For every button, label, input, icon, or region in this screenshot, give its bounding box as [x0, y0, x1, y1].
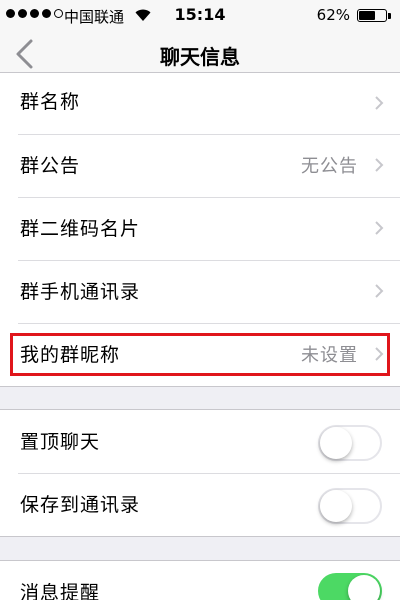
row-label: 置顶聊天: [20, 431, 101, 453]
page-title: 聊天信息: [160, 45, 240, 69]
row-value: 无公告: [301, 156, 358, 177]
row-group-name[interactable]: 群名称: [0, 73, 400, 134]
toggle-knob: [320, 427, 352, 459]
chevron-right-icon: [375, 221, 384, 235]
row-label: 消息提醒: [20, 582, 101, 600]
battery-tip: [388, 13, 391, 19]
toggle-knob: [348, 575, 380, 600]
pin-chat-toggle[interactable]: [318, 425, 382, 461]
row-message-notification[interactable]: 消息提醒: [0, 561, 400, 600]
row-label: 群名称: [20, 91, 81, 113]
battery-percent: 62%: [316, 6, 350, 24]
save-to-contacts-toggle[interactable]: [318, 488, 382, 524]
chat-settings-section: 置顶聊天 保存到通讯录: [0, 409, 400, 537]
row-pin-chat[interactable]: 置顶聊天: [0, 410, 400, 473]
row-label: 群手机通讯录: [20, 281, 141, 303]
status-bar: 中国联通 15:14 62%: [0, 0, 400, 30]
row-label: 群公告: [20, 155, 81, 177]
chevron-right-icon: [375, 284, 384, 298]
row-save-to-contacts[interactable]: 保存到通讯录: [0, 473, 400, 536]
row-group-phone-contacts[interactable]: 群手机通讯录: [0, 260, 400, 323]
battery-level: [359, 11, 375, 20]
toggle-knob: [320, 490, 352, 522]
row-group-qr-code[interactable]: 群二维码名片: [0, 197, 400, 260]
battery-icon: [357, 9, 387, 22]
row-group-announcement[interactable]: 群公告 无公告: [0, 134, 400, 197]
notification-section: 消息提醒: [0, 560, 400, 600]
row-label: 群二维码名片: [20, 218, 141, 240]
highlight-box: [10, 333, 390, 376]
message-notification-toggle[interactable]: [318, 573, 382, 600]
navigation-bar: 聊天信息: [0, 30, 400, 78]
chevron-right-icon: [375, 158, 384, 172]
row-label: 保存到通讯录: [20, 494, 141, 516]
chevron-right-icon: [375, 96, 384, 110]
